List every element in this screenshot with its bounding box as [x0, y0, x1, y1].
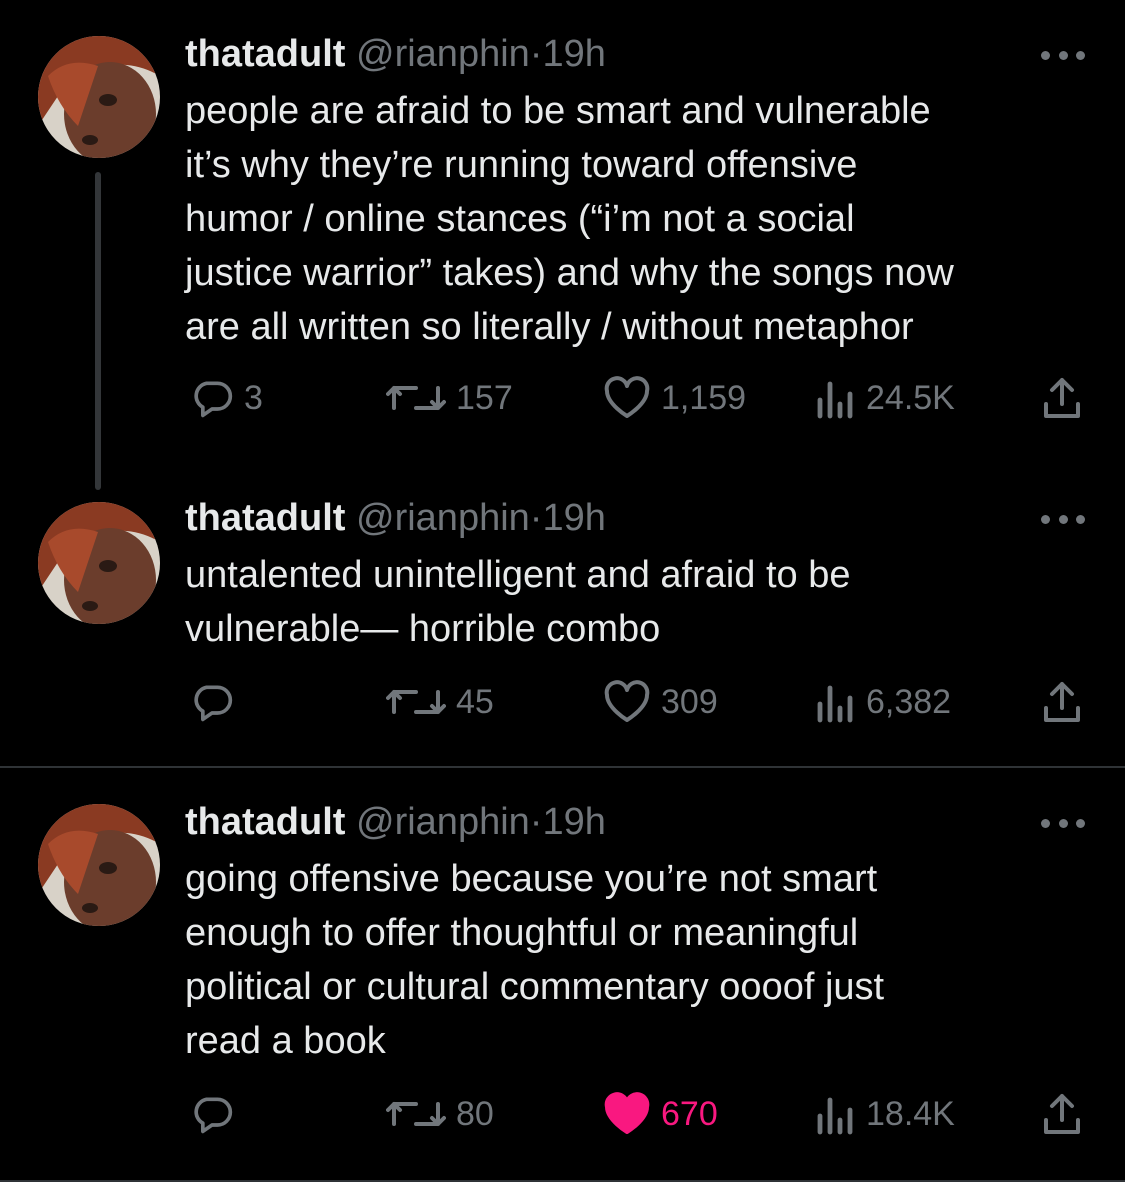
- retweet-button[interactable]: 45: [386, 678, 494, 726]
- share-icon: [1044, 378, 1080, 418]
- like-button[interactable]: 309: [603, 678, 718, 726]
- tweet[interactable]: thatadult @rianphin·19h going offensive …: [0, 768, 1125, 1182]
- tweet-header: thatadult @rianphin·19h: [185, 800, 606, 844]
- retweet-icon: [386, 690, 446, 714]
- more-icon[interactable]: [1041, 49, 1085, 61]
- tweet-text: going offensive because you’re not smart…: [185, 858, 885, 1062]
- thread-line: [95, 172, 101, 490]
- separator-dot: ·: [529, 497, 543, 539]
- display-name[interactable]: thatadult: [185, 801, 345, 843]
- more-icon[interactable]: [1041, 513, 1085, 525]
- reply-icon: [194, 381, 233, 418]
- like-count: 1,159: [661, 378, 747, 417]
- user-handle[interactable]: @rianphin: [356, 497, 530, 539]
- views-icon: [817, 381, 853, 419]
- reply-icon: [194, 685, 233, 722]
- avatar[interactable]: [38, 36, 160, 158]
- like-icon: [604, 680, 650, 722]
- views-button[interactable]: 6,382: [816, 678, 951, 726]
- reply-button[interactable]: [190, 1090, 244, 1138]
- reply-button[interactable]: 3: [190, 374, 263, 422]
- action-bar: 45 309 6,382: [0, 678, 1125, 726]
- like-button[interactable]: 670: [603, 1090, 718, 1138]
- views-icon: [817, 685, 853, 723]
- share-icon: [1044, 682, 1080, 722]
- tweet[interactable]: thatadult @rianphin·19h untalented unint…: [0, 490, 1125, 766]
- retweet-count: 45: [456, 682, 494, 721]
- tweet[interactable]: thatadult @rianphin·19h people are afrai…: [0, 0, 1125, 490]
- retweet-button[interactable]: 157: [386, 374, 513, 422]
- tweet-header: thatadult @rianphin·19h: [185, 32, 606, 76]
- reply-icon: [194, 1097, 233, 1134]
- tweet-header: thatadult @rianphin·19h: [185, 496, 606, 540]
- like-button[interactable]: 1,159: [603, 374, 746, 422]
- display-name[interactable]: thatadult: [185, 497, 345, 539]
- timestamp[interactable]: 19h: [542, 497, 605, 539]
- like-icon: [604, 376, 650, 418]
- view-count: 24.5K: [866, 378, 955, 417]
- more-icon[interactable]: [1041, 817, 1085, 829]
- reply-button[interactable]: [190, 678, 244, 726]
- views-icon: [817, 1097, 853, 1135]
- retweet-icon: [386, 386, 446, 410]
- like-icon: [604, 1092, 650, 1134]
- display-name[interactable]: thatadult: [185, 33, 345, 75]
- separator-dot: ·: [529, 33, 543, 75]
- tweet-text: people are afraid to be smart and vulner…: [185, 90, 954, 348]
- avatar[interactable]: [38, 804, 160, 926]
- user-handle[interactable]: @rianphin: [356, 33, 530, 75]
- reply-count: 3: [244, 378, 263, 417]
- view-count: 18.4K: [866, 1094, 955, 1133]
- views-button[interactable]: 24.5K: [816, 374, 955, 422]
- action-bar: 3 157 1,159 24.5K: [0, 374, 1125, 422]
- timestamp[interactable]: 19h: [542, 33, 605, 75]
- share-icon: [1044, 1094, 1080, 1134]
- share-button[interactable]: [1040, 1090, 1084, 1138]
- user-handle[interactable]: @rianphin: [356, 801, 530, 843]
- action-bar: 80 670 18.4K: [0, 1090, 1125, 1138]
- like-count: 670: [661, 1094, 718, 1133]
- view-count: 6,382: [866, 682, 952, 721]
- separator-dot: ·: [529, 801, 543, 843]
- retweet-count: 80: [456, 1094, 494, 1133]
- like-count: 309: [661, 682, 718, 721]
- share-button[interactable]: [1040, 374, 1084, 422]
- retweet-icon: [386, 1102, 446, 1126]
- share-button[interactable]: [1040, 678, 1084, 726]
- timestamp[interactable]: 19h: [542, 801, 605, 843]
- avatar[interactable]: [38, 502, 160, 624]
- retweet-count: 157: [456, 378, 513, 417]
- retweet-button[interactable]: 80: [386, 1090, 494, 1138]
- tweet-text: untalented unintelligent and afraid to b…: [185, 554, 851, 650]
- views-button[interactable]: 18.4K: [816, 1090, 955, 1138]
